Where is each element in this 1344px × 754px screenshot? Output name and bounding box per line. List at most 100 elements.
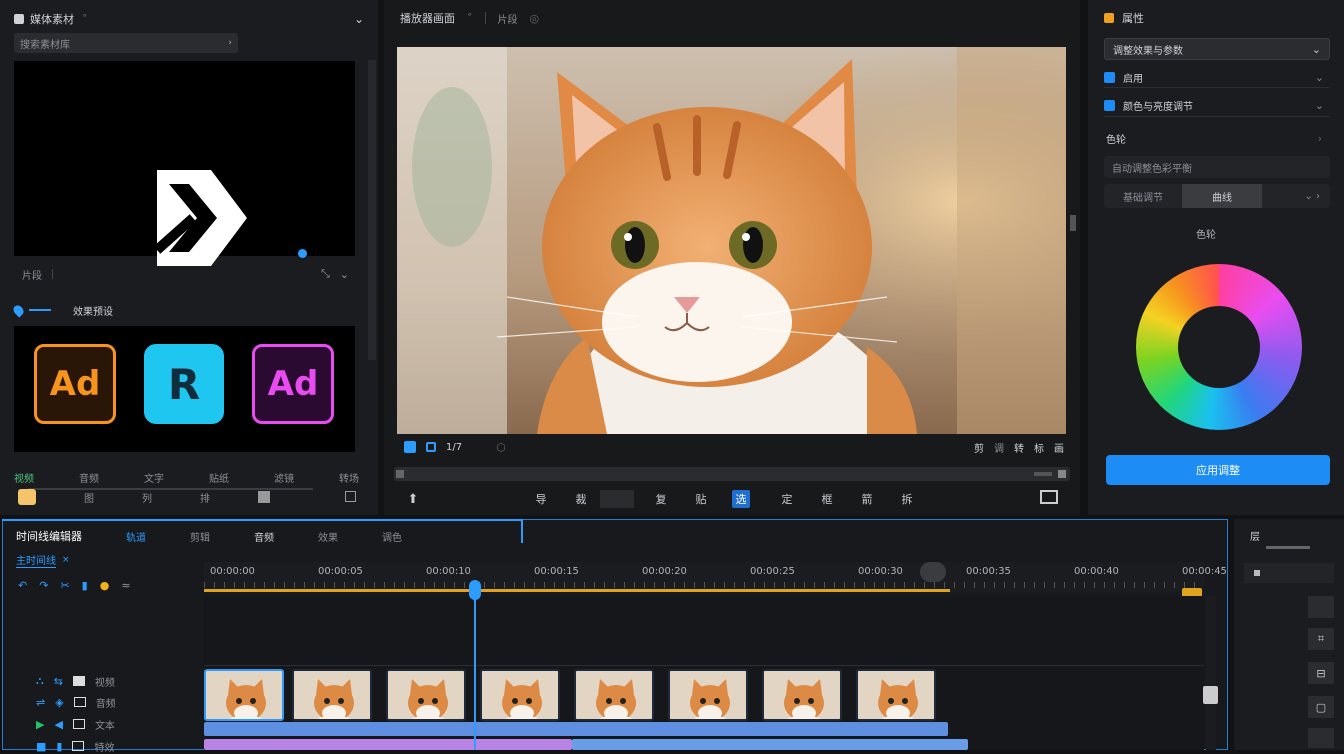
checkbox-checked-icon[interactable] (1104, 100, 1115, 111)
track-eye-icon[interactable]: ▮ (56, 740, 62, 753)
timeline-tab[interactable]: 音频 (254, 529, 274, 544)
video-clip-thumbnail[interactable] (386, 669, 466, 721)
chevron-right-icon[interactable]: › (228, 38, 232, 48)
checkbox-checked-icon[interactable] (1104, 72, 1115, 83)
far-right-small-icon[interactable] (1254, 570, 1260, 576)
track-eye-icon[interactable]: ◈ (55, 696, 63, 709)
track-eye-icon[interactable]: ◀ (54, 718, 62, 731)
fullscreen-icon[interactable] (1040, 490, 1058, 504)
viewer-ctrl[interactable]: 标 (1034, 440, 1044, 455)
app-tile-ad-purple[interactable]: Ad (252, 344, 334, 424)
segment-more-icon[interactable]: ⌄ › (1262, 184, 1330, 208)
timeline-subtab-label[interactable]: 主时间线 (16, 552, 56, 568)
auto-adjust-input[interactable]: 自动调整色彩平衡 (1104, 156, 1330, 178)
video-clip-thumbnail[interactable] (204, 669, 284, 721)
viewer-tool[interactable]: 框 (818, 490, 836, 508)
tab-filter[interactable]: 滤镜 (274, 470, 294, 485)
preview-scrub-dot[interactable] (298, 249, 307, 258)
viewer-tool[interactable]: 定 (778, 490, 796, 508)
track-lock-icon[interactable]: ■ (36, 740, 46, 753)
arrow-up-icon[interactable]: ⬆ (404, 490, 422, 508)
enable-checkbox-row[interactable]: 启用 ⌄ (1104, 68, 1330, 88)
viewer-tool[interactable]: 裁 (572, 490, 590, 508)
chevron-down-icon[interactable]: ⌄ (1315, 99, 1324, 112)
track-lock-icon[interactable]: ⇌ (36, 696, 45, 709)
ruler-handle[interactable] (920, 562, 946, 582)
bottom-row-item[interactable]: 列 (142, 490, 152, 505)
playhead-handle[interactable] (469, 580, 481, 600)
bottom-row-item[interactable]: 图 (84, 490, 94, 505)
color-wheel[interactable] (1136, 264, 1302, 430)
video-clip-thumbnail[interactable] (668, 669, 748, 721)
tab-transition[interactable]: 转场 (339, 470, 359, 485)
shield-icon[interactable]: ⬡ (496, 441, 506, 454)
tab-sticker[interactable]: 贴纸 (209, 470, 229, 485)
segment-basic[interactable]: 基础调节 (1104, 184, 1182, 208)
viewer-ctrl[interactable]: 调 (994, 440, 1004, 455)
chevron-down-icon[interactable]: ⌄ (1315, 71, 1324, 84)
timeline-tab[interactable]: 效果 (318, 529, 338, 544)
timeline-tab[interactable]: 剪辑 (190, 529, 210, 544)
loop-icon[interactable] (404, 441, 416, 453)
viewer-tool[interactable]: 复 (652, 490, 670, 508)
right-panel-scroll[interactable] (1070, 215, 1076, 231)
media-search-input[interactable]: 搜索素材库 › (14, 33, 238, 53)
cut-icon[interactable]: ✂ (60, 579, 69, 592)
undo-icon[interactable]: ↶ (18, 579, 27, 592)
selected-tool-icon[interactable]: 选 (732, 490, 750, 508)
snap-icon[interactable]: ▮ (82, 579, 88, 592)
eye-icon[interactable]: ◎ (530, 12, 540, 25)
chevron-down-icon[interactable]: ⌄ (354, 12, 364, 26)
video-clip-thumbnail[interactable] (762, 669, 842, 721)
far-right-tool-1[interactable] (1308, 596, 1334, 618)
effect-dropdown[interactable]: 调整效果与参数 ⌄ (1104, 38, 1330, 60)
viewer-tool[interactable]: 导 (532, 490, 550, 508)
speaker-icon[interactable]: ⤡ (321, 267, 330, 281)
close-icon[interactable]: × (62, 555, 70, 565)
mark-icon[interactable] (426, 442, 436, 452)
thumb-icon[interactable] (18, 489, 36, 505)
far-right-tool-2[interactable]: ⌗ (1308, 628, 1334, 650)
far-right-slider[interactable] (1266, 546, 1310, 549)
viewer-tab2[interactable]: 片段 (498, 11, 518, 26)
timeline-vscroll[interactable] (1206, 596, 1216, 750)
tab-video[interactable]: 视频 (14, 470, 34, 485)
fx-clip-bar-2[interactable] (572, 739, 968, 750)
playhead-line[interactable] (474, 582, 476, 750)
far-right-tool-5[interactable] (1308, 728, 1334, 748)
bottom-row-item[interactable]: 排 (200, 490, 210, 505)
marker-icon[interactable]: ● (100, 579, 110, 592)
tab-text[interactable]: 文字 (144, 470, 164, 485)
grid-view-icon[interactable] (258, 491, 270, 503)
chevron-right-icon[interactable]: › (1318, 132, 1322, 145)
video-clip-thumbnail[interactable] (856, 669, 936, 721)
left-scrollbar[interactable] (368, 60, 376, 360)
video-clip-thumbnail[interactable] (292, 669, 372, 721)
apply-button[interactable]: 应用调整 (1106, 455, 1330, 485)
chevron-down-icon[interactable]: ⌄ (340, 268, 349, 281)
viewer-ctrl[interactable]: 画 (1054, 440, 1064, 455)
viewer-scrubber[interactable] (394, 467, 1070, 481)
track-lock-icon[interactable]: ▶ (36, 718, 44, 731)
app-tile-r-cyan[interactable]: R (144, 344, 224, 424)
work-area-bar[interactable] (204, 589, 950, 592)
far-right-tool-3[interactable]: ⊟ (1308, 662, 1334, 684)
tab-audio[interactable]: 音频 (79, 470, 99, 485)
far-right-tool-4[interactable]: ▢ (1308, 696, 1334, 718)
blurred-tool-icon[interactable] (600, 490, 634, 508)
video-clip-thumbnail[interactable] (574, 669, 654, 721)
viewer-tool[interactable]: 拆 (898, 490, 916, 508)
viewer-tool[interactable]: 贴 (692, 490, 710, 508)
fx-clip-bar[interactable] (204, 739, 572, 750)
color-checkbox-row[interactable]: 颜色与亮度调节 ⌄ (1104, 95, 1330, 117)
viewer-ctrl[interactable]: 转 (1014, 440, 1024, 455)
audio-clip-bar[interactable] (204, 722, 948, 736)
track-eye-icon[interactable]: ⇆ (54, 675, 63, 688)
viewer-tool[interactable]: 箭 (858, 490, 876, 508)
timeline-tab[interactable]: 调色 (382, 529, 402, 544)
track-lock-icon[interactable]: ⛬ (36, 674, 44, 688)
timeline-vscroll-thumb[interactable] (1203, 686, 1218, 704)
redo-icon[interactable]: ↷ (39, 579, 48, 592)
timeline-tab[interactable]: 轨道 (126, 529, 146, 544)
viewer-ctrl[interactable]: 剪 (974, 440, 984, 455)
